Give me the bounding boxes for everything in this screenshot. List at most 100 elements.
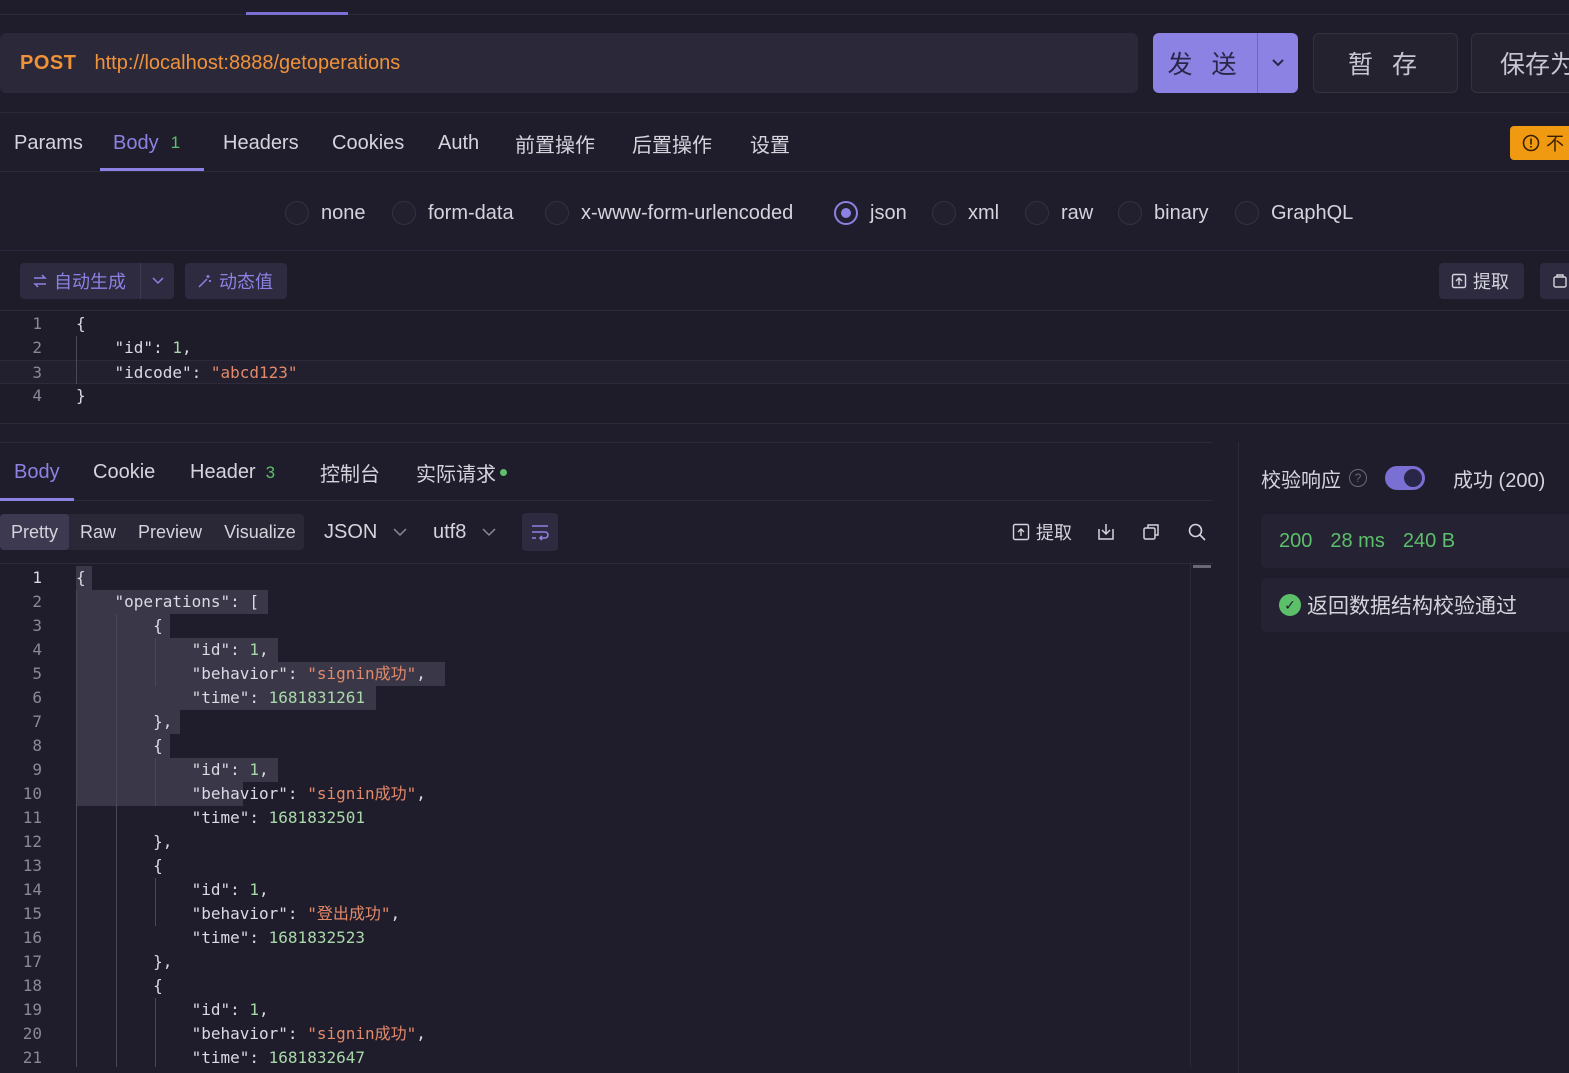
tab-settings[interactable]: 设置 [750, 113, 790, 173]
save-button[interactable]: 暂 存 [1313, 33, 1458, 93]
editor-more-button[interactable] [1540, 263, 1569, 299]
radio-json[interactable]: json [834, 190, 907, 236]
tab-post-operations[interactable]: 后置操作 [632, 113, 712, 173]
tab-console[interactable]: 控制台 [320, 443, 380, 502]
tab-badge: 3 [265, 462, 276, 482]
code-punct: { [76, 314, 86, 333]
line-number: 18 [22, 976, 42, 995]
auto-generate-button[interactable]: 自动生成 [20, 263, 174, 299]
send-button[interactable]: 发 送 [1153, 33, 1298, 93]
auto-generate-dropdown[interactable] [140, 263, 174, 299]
radio-circle[interactable] [1025, 201, 1049, 225]
extract-button[interactable]: 提取 [1439, 263, 1524, 299]
radio-raw[interactable]: raw [1025, 190, 1093, 236]
code-punct: }, [153, 832, 173, 851]
code-punct: , [259, 640, 269, 659]
copy-button[interactable] [1136, 514, 1166, 550]
tab-label: Cookies [332, 131, 405, 154]
indent-guide [116, 614, 117, 1067]
code-line: 17 }, [0, 950, 173, 974]
code-key: "behavior" [191, 784, 288, 803]
code-text: "behavior": "登出成功", [76, 902, 401, 926]
radio-circle[interactable] [834, 201, 858, 225]
download-button[interactable] [1091, 514, 1121, 550]
code-line: 1{ [0, 566, 85, 590]
code-punct: : [230, 1000, 250, 1019]
dynamic-value-button[interactable]: 动态值 [185, 263, 287, 299]
tab-label: Headers [223, 131, 299, 154]
code-line: 11 "time": 1681832501 [0, 806, 365, 830]
request-tabs: Params Body 1 Headers Cookies Auth 前置操作 后… [0, 112, 1569, 172]
response-metrics: 200 28 ms 240 B [1261, 514, 1569, 568]
tab-params[interactable]: Params [14, 113, 83, 173]
auto-generate-main[interactable]: 自动生成 [20, 263, 140, 299]
tab-response-body[interactable]: Body [14, 443, 60, 502]
tab-body[interactable]: Body 1 [113, 113, 180, 173]
tab-pre-operations[interactable]: 前置操作 [515, 113, 595, 173]
view-visualize[interactable]: Visualize [213, 514, 307, 550]
radio-circle[interactable] [285, 201, 309, 225]
url-input[interactable]: http://localhost:8888/getoperations [94, 52, 400, 75]
view-pretty[interactable]: Pretty [0, 514, 70, 550]
help-icon[interactable]: ? [1349, 469, 1367, 487]
tab-actual-request[interactable]: 实际请求 [416, 443, 507, 502]
code-content: "behavior": "登出成功", [76, 904, 401, 923]
scrollbar-thumb[interactable] [1193, 565, 1211, 568]
code-key: "time" [191, 928, 250, 947]
tab-auth[interactable]: Auth [438, 113, 479, 173]
radio-binary[interactable]: binary [1118, 190, 1208, 236]
indent-guide [76, 336, 77, 384]
url-bar[interactable]: POST http://localhost:8888/getoperations [0, 33, 1138, 93]
verify-toggle[interactable] [1385, 466, 1425, 490]
code-line: 5 "behavior": "signin成功", [0, 662, 426, 686]
view-raw[interactable]: Raw [69, 514, 127, 550]
search-button[interactable] [1182, 514, 1212, 550]
request-body-code[interactable]: 1{2 "id": 1, 3 "idcode": "abcd123" 4} [0, 312, 1569, 416]
code-punct: { [153, 976, 163, 995]
format-select[interactable]: JSON [324, 514, 407, 550]
radio-graphql[interactable]: GraphQL [1235, 190, 1353, 236]
radio-circle[interactable] [1235, 201, 1259, 225]
radio-circle[interactable] [392, 201, 416, 225]
line-number: 11 [22, 808, 42, 827]
encoding-select[interactable]: utf8 [433, 514, 496, 550]
radio-none[interactable]: none [285, 190, 366, 236]
send-dropdown-button[interactable] [1257, 33, 1298, 93]
tab-label: Body [14, 461, 60, 483]
code-content: "id": 1, [76, 640, 269, 659]
code-number: 1681832501 [268, 808, 365, 827]
code-number: 1 [249, 880, 260, 899]
view-mode-switch: Pretty Raw Preview Visualize [0, 514, 304, 550]
tab-label: Header [190, 461, 256, 483]
warning-button[interactable]: 不 [1510, 126, 1569, 160]
radio-circle[interactable] [545, 201, 569, 225]
code-punct: : [153, 338, 173, 357]
code-line: 6 "time": 1681831261 [0, 686, 365, 710]
radio-circle[interactable] [1118, 201, 1142, 225]
scrollbar[interactable] [1190, 563, 1212, 1067]
radio-x-www-form-urlencoded[interactable]: x-www-form-urlencoded [545, 190, 793, 236]
tab-headers[interactable]: Headers [223, 113, 299, 173]
code-punct: , [259, 760, 269, 779]
word-wrap-button[interactable] [522, 513, 558, 551]
code-text: { [76, 614, 163, 638]
code-punct: , [416, 664, 426, 683]
response-extract-button[interactable]: 提取 [1012, 514, 1072, 550]
code-punct: { [153, 616, 163, 635]
send-button-label[interactable]: 发 送 [1153, 33, 1257, 93]
tab-response-header[interactable]: Header 3 [190, 443, 275, 502]
tab-cookies[interactable]: Cookies [332, 113, 404, 173]
response-body-code[interactable]: 1{2 "operations": [3 {4 "id": 1, 5 "behav… [0, 563, 1213, 1067]
radio-form-data[interactable]: form-data [392, 190, 514, 236]
code-key: "id" [191, 1000, 231, 1019]
radio-xml[interactable]: xml [932, 190, 999, 236]
view-preview[interactable]: Preview [127, 514, 213, 550]
code-line: 10 "behavior": "signin成功", [0, 782, 426, 806]
http-method[interactable]: POST [20, 52, 76, 75]
radio-circle[interactable] [932, 201, 956, 225]
tab-response-cookie[interactable]: Cookie [93, 443, 155, 502]
save-as-button[interactable]: 保存为 [1471, 33, 1569, 93]
